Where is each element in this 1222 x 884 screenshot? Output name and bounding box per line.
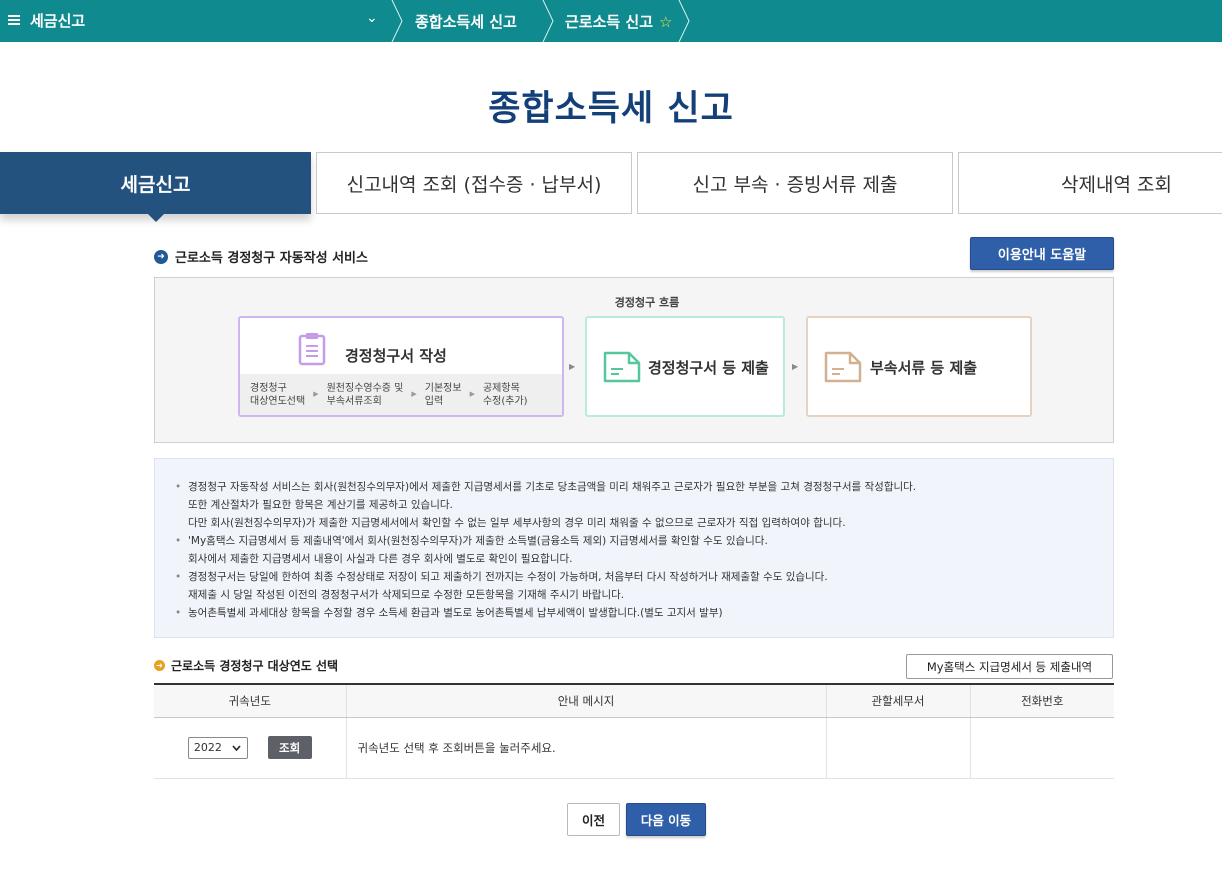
my-hometax-statements-button[interactable]: My홈택스 지급명세서 등 제출내역 xyxy=(906,654,1113,679)
tab-filing-history[interactable]: 신고내역 조회 (접수증 · 납부서) xyxy=(316,152,632,214)
flow-card-write: 경정청구서 작성 경정청구 대상연도선택 ▶ 원천징수영수증 및 부속서류조회 ▶ … xyxy=(238,316,564,417)
clipboard-icon xyxy=(298,333,326,366)
breadcrumb-item-1[interactable]: 종합소득세 신고 xyxy=(415,11,517,32)
table-header-row: 귀속년도 안내 메시지 관할세무서 전화번호 xyxy=(154,683,1114,718)
tab-label: 세금신고 xyxy=(120,173,191,196)
favorite-star-icon[interactable]: ☆ xyxy=(659,13,672,31)
next-button[interactable]: 다음 이동 xyxy=(626,803,706,836)
bullet-icon: • xyxy=(175,571,182,583)
flow-step: 기본정보 입력 xyxy=(424,382,462,407)
notice-box: • 경정청구 자동작성 서비스는 회사(원천징수의무자)에서 제출한 지급명세서를… xyxy=(154,458,1114,638)
notice-line: 회사에서 제출한 지급명세서 내용이 사실과 다른 경우 회사에 별도로 확인이… xyxy=(188,553,573,565)
flow-arrow-icon: ▶ xyxy=(792,362,799,371)
page-title: 종합소득세 신고 xyxy=(488,89,734,129)
year-section-title-text: 근로소득 경정청구 대상연도 선택 xyxy=(171,659,339,673)
year-select[interactable]: 2022 xyxy=(187,736,248,759)
tab-label: 신고 부속 · 증빙서류 제출 xyxy=(692,173,898,196)
flow-card-submit: 경정청구서 등 제출 xyxy=(585,316,785,417)
card-title: 경정청구서 등 제출 xyxy=(648,359,769,377)
bullet-icon: • xyxy=(175,607,182,619)
table-row: 2022 조회 귀속년도 선택 후 조회버튼을 눌러주세요. xyxy=(154,717,1114,779)
tab-label: 삭제내역 조회 xyxy=(1061,173,1172,196)
chevron-down-icon[interactable]: ⌄ xyxy=(366,10,378,26)
notice-line: 또한 계산절차가 필요한 항목은 계산기를 제공하고 있습니다. xyxy=(188,499,453,511)
notice-line: • 경정청구서는 당일에 한하여 최종 수정상태로 저장이 되고 제출하기 전까지… xyxy=(175,568,1113,586)
flow-step: 경정청구 대상연도선택 xyxy=(250,382,306,407)
guide-message-cell: 귀속년도 선택 후 조회버튼을 눌러주세요. xyxy=(345,717,826,779)
document-icon xyxy=(603,351,641,383)
column-header: 전화번호 xyxy=(969,683,1114,718)
service-section-title: ➜ 근로소득 경정청구 자동작성 서비스 xyxy=(154,247,368,266)
top-navigation-bar: 세금신고 ⌄ 종합소득세 신고 근로소득 신고 ☆ xyxy=(0,0,1222,42)
query-button[interactable]: 조회 xyxy=(267,736,312,759)
notice-line: 재제출 시 당일 작성된 이전의 경정청구서가 삭제되므로 수정한 모든항목을 … xyxy=(188,589,625,601)
breadcrumb-separator-icon xyxy=(678,0,690,42)
correction-flow-panel: 경정청구 흐름 경정청구서 작성 경정청구 대상연도선택 ▶ 원천징수영수증 및부… xyxy=(154,277,1114,443)
notice-line: • 농어촌특별세 과세대상 항목을 수정할 경우 소득세 환급과 별도로 농어촌특… xyxy=(175,604,1113,622)
card-title: 부속서류 등 제출 xyxy=(870,359,978,377)
arrow-circle-icon: ➜ xyxy=(154,660,165,671)
hamburger-icon xyxy=(8,15,20,26)
year-selection-table: 귀속년도 안내 메시지 관할세무서 전화번호 2022 조회 귀속년도 선택 후… xyxy=(154,683,1114,779)
phone-cell xyxy=(969,717,1114,779)
menu-label: 세금신고 xyxy=(30,12,86,30)
year-select-value: 2022 xyxy=(193,741,222,754)
tab-document-submission[interactable]: 신고 부속 · 증빙서류 제출 xyxy=(637,152,953,214)
year-cell: 2022 조회 xyxy=(154,717,346,779)
card-title: 경정청구서 작성 xyxy=(345,347,447,365)
bullet-icon: • xyxy=(175,535,182,547)
help-guide-button[interactable]: 이용안내 도움말 xyxy=(970,237,1114,270)
step-arrow-icon: ▶ xyxy=(411,390,417,398)
column-header: 귀속년도 xyxy=(154,683,346,718)
breadcrumb-separator-icon xyxy=(391,0,403,42)
tab-label: 신고내역 조회 (접수증 · 납부서) xyxy=(346,173,602,196)
year-section-title: ➜ 근로소득 경정청구 대상연도 선택 xyxy=(154,657,338,674)
step-arrow-icon: ▶ xyxy=(313,390,319,398)
bullet-icon: • xyxy=(175,481,182,493)
flow-label: 경정청구 흐름 xyxy=(614,296,680,309)
flow-arrow-icon: ▶ xyxy=(569,362,576,371)
flow-step: 원천징수영수증 및 부속서류조회 xyxy=(326,382,404,407)
previous-button[interactable]: 이전 xyxy=(567,803,620,836)
column-header: 안내 메시지 xyxy=(345,683,826,718)
tab-deletion-history[interactable]: 삭제내역 조회 xyxy=(958,152,1222,214)
flow-steps: 경정청구 대상연도선택 ▶ 원천징수영수증 및 부속서류조회 ▶ 기본정보 입력 ▶ … xyxy=(240,374,562,415)
service-title-text: 근로소득 경정청구 자동작성 서비스 xyxy=(175,251,368,266)
step-arrow-icon: ▶ xyxy=(469,390,475,398)
document-icon xyxy=(824,351,862,383)
breadcrumb-item-2-label: 근로소득 신고 xyxy=(565,13,654,31)
flow-step: 공제항목 수정(추가) xyxy=(482,382,528,407)
breadcrumb-item-2: 근로소득 신고 ☆ xyxy=(565,11,672,32)
notice-line: • 'My홈택스 지급명세서 등 제출내역'에서 회사(원천징수의무자)가 제출한… xyxy=(175,532,1113,550)
notice-line: 다만 회사(원천징수의무자)가 제출한 지급명세서에서 확인할 수 없는 일부 … xyxy=(188,517,846,529)
notice-line: • 경정청구 자동작성 서비스는 회사(원천징수의무자)에서 제출한 지급명세서를… xyxy=(175,478,1113,496)
column-header: 관할세무서 xyxy=(825,683,970,718)
active-tab-pointer-icon xyxy=(145,212,166,222)
arrow-circle-icon: ➜ xyxy=(154,249,168,264)
menu-button[interactable]: 세금신고 xyxy=(8,10,85,31)
flow-card-attachments: 부속서류 등 제출 xyxy=(806,316,1032,417)
tab-tax-filing[interactable]: 세금신고 xyxy=(0,152,311,222)
chevron-down-icon xyxy=(232,744,241,751)
breadcrumb-separator-icon xyxy=(542,0,554,42)
tax-office-cell xyxy=(825,717,970,779)
